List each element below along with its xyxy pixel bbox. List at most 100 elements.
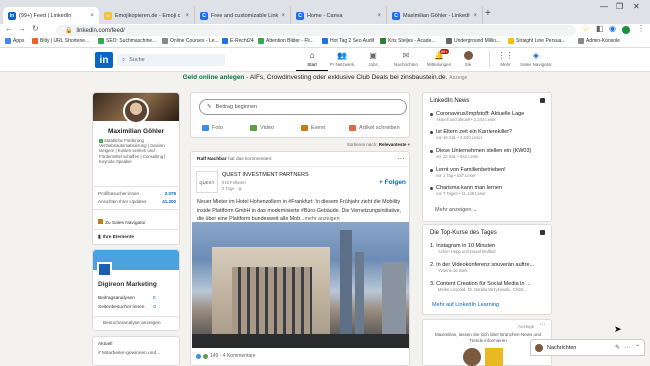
recent-item[interactable]: # Mitarbeiter-gewinnen und... — [98, 351, 160, 356]
browser-tab-bar: in (99+) Feed | LinkedIn × ☺ Emojikopier… — [0, 0, 650, 24]
news-item[interactable]: Coronavirus/Impfstoff: Aktuelle Lage Aktu… — [430, 111, 548, 122]
menu-icon[interactable]: ⋮ — [637, 24, 645, 33]
nav-more[interactable]: ⋮⋮ Mehr — [489, 51, 521, 67]
bookmark-kris[interactable]: Kris Steljes - Acade... — [380, 38, 436, 44]
news-item[interactable]: Lernt von Familienbetrieben! vor 1 Tag • … — [430, 167, 548, 178]
write-article-button[interactable]: Artikel schreiben — [349, 125, 400, 131]
stat-update-views[interactable]: Ansichten Ihrer Updates 41.300 — [98, 199, 176, 204]
tab-maximilian-profile[interactable]: C Maximilian Göhler - LinkedIn Pr × — [387, 7, 483, 24]
address-input[interactable]: 🔒 linkedin.com/feed/ — [56, 25, 576, 36]
divider — [191, 166, 409, 167]
profile-avatar[interactable] — [123, 98, 149, 124]
address-bar-row: ← → ↻ 🔒 linkedin.com/feed/ ☆ ◧ ◉ ⋮ — [0, 24, 650, 37]
nav-notifications[interactable]: 🔔 99+ Mitteilungen — [423, 49, 455, 67]
page-name[interactable]: Digireon Marketing — [98, 281, 157, 288]
feed-sort[interactable]: Sortieren nach: Relevanteste ▾ — [190, 142, 410, 148]
close-icon[interactable]: × — [377, 13, 381, 19]
nav-network[interactable]: 👥 Pr Netzwerk — [326, 51, 358, 67]
company-logo[interactable]: QUEST — [196, 171, 218, 193]
extension-icon[interactable]: ◧ — [596, 24, 604, 33]
stat-profile-views[interactable]: Profilbesucher:innen 2.079 — [98, 191, 176, 196]
divider — [93, 229, 179, 230]
back-icon[interactable]: ← — [5, 24, 13, 33]
course-item[interactable]: 2. In der Videokonferenz souverän auftre… — [430, 262, 548, 273]
promo-banner[interactable]: Geld online anlegen - AIFs, Crowdinvesti… — [0, 74, 650, 81]
compose-icon[interactable]: ✎ — [615, 344, 620, 351]
bookmark-admin[interactable]: Admin-Konsole — [578, 38, 620, 44]
post-age: 2 Tage · ◍ — [222, 186, 242, 191]
briefcase-icon: ▣ — [369, 51, 377, 60]
tab-title: (99+) Feed | LinkedIn — [19, 12, 72, 19]
news-item[interactable]: Ist Eltern zeit ein Karrierekiller? vor 1… — [430, 129, 548, 140]
show-more-news[interactable]: Mehr anzeigen ⌄ — [435, 207, 478, 213]
company-name[interactable]: QUEST INVESTMENT PARTNERS — [222, 172, 309, 178]
news-item[interactable]: Charisma kann man lernen vor 7 Tagen • 11… — [430, 185, 548, 196]
profile-card: Maximilian Göhler Staatliche Förderung V… — [92, 92, 180, 245]
new-tab-button[interactable]: + — [485, 8, 491, 19]
recent-card: Aktuell # Mitarbeiter-gewinnen und... — [92, 336, 180, 366]
reload-icon[interactable]: ↻ — [32, 24, 39, 33]
nav-jobs[interactable]: ▣ Jobs — [357, 51, 389, 67]
star-icon[interactable]: ☆ — [582, 24, 589, 33]
info-icon[interactable] — [540, 230, 545, 235]
nav-start[interactable]: ⌂ Start — [296, 51, 328, 71]
extension-icon[interactable]: ◉ — [609, 24, 616, 33]
ad-company-logo — [485, 348, 503, 366]
bookmark-hot-tag[interactable]: Hot Tag 2 Seo Audit — [322, 38, 374, 44]
street — [192, 334, 409, 348]
share-event-button[interactable]: Event — [301, 125, 325, 131]
follow-button[interactable]: + Folgen — [379, 179, 406, 186]
close-icon[interactable]: × — [185, 13, 189, 19]
course-item[interactable]: 1. Instagram in 10 Minuten Achim Hepp und… — [430, 243, 548, 254]
maximize-icon[interactable]: ❐ — [616, 2, 623, 11]
more-options-icon[interactable]: ··· — [397, 154, 405, 163]
linkedin-logo[interactable]: in — [95, 52, 113, 68]
info-icon[interactable] — [540, 98, 545, 103]
forward-icon[interactable]: → — [18, 24, 26, 33]
nav-me[interactable]: Sie — [452, 51, 484, 67]
bookmark-seo[interactable]: SEO: Suchmaschine... — [98, 38, 156, 44]
share-photo-button[interactable]: Foto — [202, 125, 223, 131]
page-row-posts[interactable]: Beitragsanalysen 0 — [98, 296, 155, 301]
tab-free-linkedin[interactable]: C Free and customizable LinkedIn × — [195, 7, 291, 24]
close-icon[interactable]: × — [90, 13, 94, 19]
news-item[interactable]: Diese Unternehmen stellen ein (KW03) vor … — [430, 148, 548, 159]
bookmark-underground[interactable]: Underground Millio... — [446, 38, 500, 44]
visitor-analytics-link[interactable]: Besucheranalyse anzeigen — [103, 321, 161, 326]
tab-home-canva[interactable]: C Home - Canva × — [291, 7, 387, 24]
messaging-overlay[interactable]: Nachrichten ✎ ··· ⌃ — [530, 339, 645, 356]
profile-name[interactable]: Maximilian Göhler — [93, 128, 179, 135]
post-reactions[interactable]: 149 · 4 Kommentare — [196, 353, 256, 359]
bookmark-erecht24[interactable]: E-Recht24 — [222, 38, 254, 44]
more-options-icon[interactable]: ··· — [624, 344, 631, 351]
sales-navigator-link[interactable]: Zu Sales Navigator — [98, 219, 146, 226]
nav-sales-navigator[interactable]: ◈ Sales Navigator — [520, 51, 552, 67]
nav-messages[interactable]: ✉ Nachrichten — [390, 51, 422, 67]
share-video-button[interactable]: Video — [250, 125, 274, 131]
bookmark-straight-line[interactable]: Straight Line Persua... — [508, 38, 565, 44]
chevron-up-icon[interactable]: ⌃ — [635, 344, 640, 351]
tab-linkedin-feed[interactable]: in (99+) Feed | LinkedIn × — [3, 7, 99, 24]
profile-avatar[interactable] — [622, 26, 630, 34]
tab-emojikopieren[interactable]: ☺ Emojikopieren.de - Emoji c × — [99, 7, 195, 24]
close-icon[interactable]: × — [473, 13, 477, 19]
bookmark-online-courses[interactable]: Online Courses - Le... — [162, 38, 219, 44]
minimize-icon[interactable]: — — [600, 2, 608, 11]
bookmark-bitly[interactable]: Bitly | URL Shortene... — [32, 38, 89, 44]
search-input[interactable]: ⌕ Suche — [117, 54, 225, 66]
course-item[interactable]: 3. Content Creation für Social Media in … — [430, 281, 548, 292]
post-image[interactable] — [192, 222, 409, 348]
bookmark-attention[interactable]: Attention Bilder - Fli... — [258, 38, 314, 44]
close-window-icon[interactable]: ✕ — [633, 2, 640, 11]
more-options-icon[interactable]: ··· — [539, 321, 546, 328]
page-logo[interactable] — [97, 262, 112, 277]
start-post-button[interactable]: ✎ Beitrag beginnen — [199, 99, 407, 115]
bookmark-apps[interactable]: Apps — [5, 38, 24, 44]
article-icon — [349, 125, 356, 131]
page-row-visitors[interactable]: Seitenbesucher:innen 0 — [98, 305, 156, 310]
close-icon[interactable]: × — [281, 13, 285, 19]
linkedin-learning-link[interactable]: Mehr auf LinkedIn Learning — [432, 302, 499, 308]
follower-count: 918 Follower — [222, 180, 246, 185]
saved-items-link[interactable]: ▮ Ihre Elemente — [98, 235, 134, 240]
erecht-icon — [222, 38, 228, 44]
